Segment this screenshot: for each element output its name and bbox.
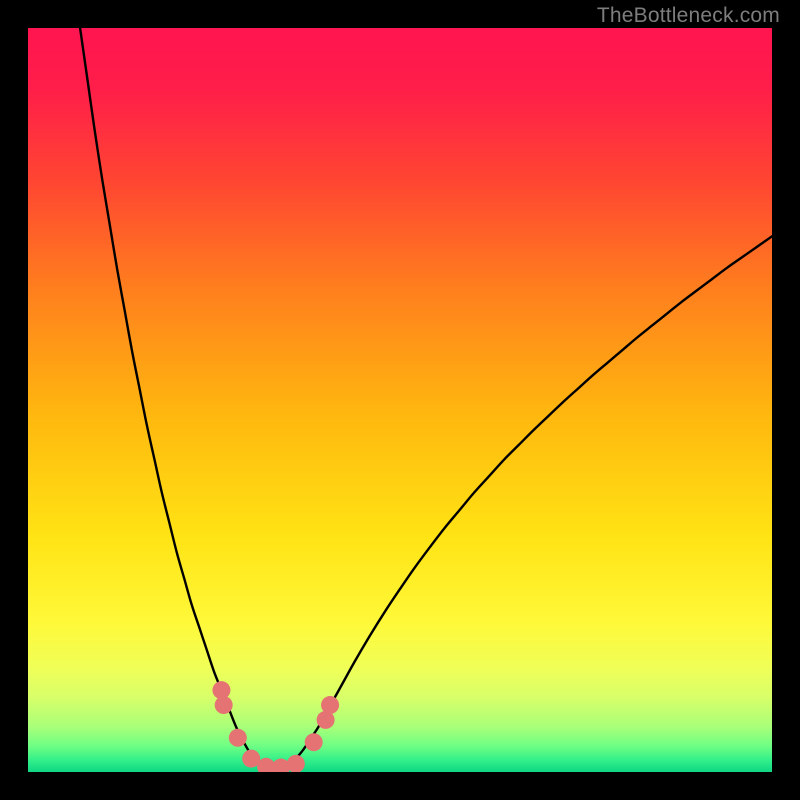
curve-overlay — [28, 28, 772, 772]
valley-marker — [287, 755, 305, 772]
plot-area — [28, 28, 772, 772]
source-watermark: TheBottleneck.com — [597, 4, 780, 28]
chart-stage: TheBottleneck.com — [0, 0, 800, 800]
valley-marker — [229, 729, 247, 747]
valley-marker — [215, 696, 233, 714]
valley-markers — [212, 681, 339, 772]
valley-marker — [321, 696, 339, 714]
valley-marker — [305, 733, 323, 751]
bottleneck-curve — [80, 28, 772, 772]
